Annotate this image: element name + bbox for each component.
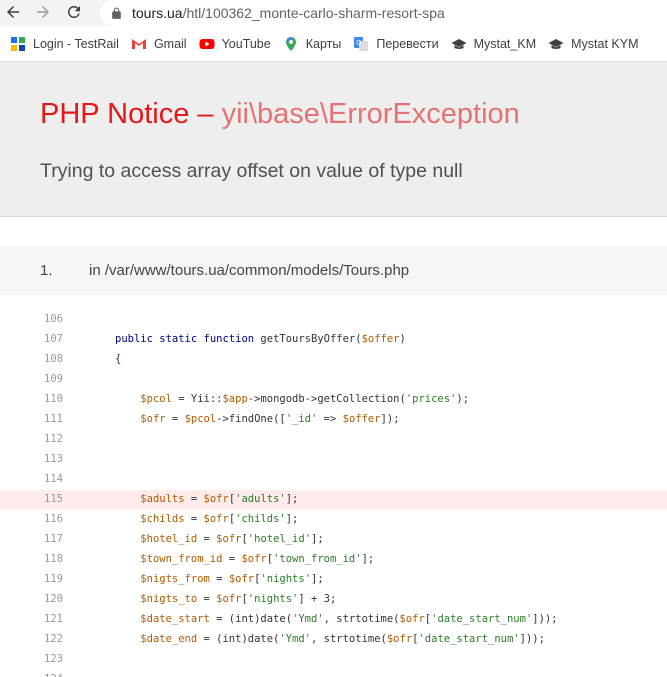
- line-number: 121: [44, 613, 63, 625]
- code-line: 118 $town_from_id = $ofr['town_from_id']…: [0, 550, 667, 570]
- bookmark-label: Gmail: [153, 36, 187, 51]
- code-line: 112: [0, 430, 667, 450]
- code-line: 121 $date_start = (int)date('Ymd', strto…: [0, 610, 667, 630]
- lock-icon: [110, 6, 124, 20]
- code-line: 111 $ofr = $pcol->findOne(['_id' => $off…: [0, 410, 667, 430]
- bookmark-label: Login - TestRail: [33, 36, 119, 51]
- line-number: 118: [44, 553, 63, 565]
- svg-text:G: G: [356, 39, 361, 47]
- bookmark-testrail[interactable]: Login - TestRail: [4, 30, 125, 58]
- mortarboard-icon: [451, 36, 467, 52]
- line-number: 122: [44, 633, 63, 645]
- line-number: 106: [44, 313, 63, 325]
- gmail-icon: [131, 36, 147, 52]
- code-block: 106 107 public static function getToursByO…: [0, 310, 667, 677]
- line-source: $nigts_from = $ofr['nights'];: [140, 573, 324, 585]
- forward-button[interactable]: [32, 1, 54, 23]
- reload-button[interactable]: [63, 1, 85, 23]
- maps-icon: [283, 36, 299, 52]
- forward-arrow-icon: [37, 6, 49, 18]
- address-bar[interactable]: tours.ua/htl/100362_monte-carlo-sharm-re…: [100, 0, 667, 26]
- translate-icon: G: [353, 36, 369, 52]
- code-line: 109: [0, 370, 667, 390]
- code-line: 120 $nigts_to = $ofr['nights'] + 3;: [0, 590, 667, 610]
- line-source: {: [115, 353, 122, 365]
- line-number: 123: [44, 653, 63, 665]
- line-source: $ofr = $pcol->findOne(['_id' => $offer])…: [140, 413, 400, 425]
- line-source: $town_from_id = $ofr['town_from_id'];: [140, 553, 375, 565]
- code-line: 106: [0, 310, 667, 330]
- back-arrow-icon: [7, 6, 19, 18]
- bookmark-label: YouTube: [221, 36, 271, 51]
- line-source: $nigts_to = $ofr['nights'] + 3;: [140, 593, 337, 605]
- url-text: tours.ua/htl/100362_monte-carlo-sharm-re…: [132, 5, 445, 21]
- error-type: PHP Notice –: [40, 98, 222, 130]
- line-source: public static function getToursByOffer($…: [115, 333, 406, 345]
- bookmark-label: Mystat_KM: [473, 36, 537, 51]
- code-line: 113: [0, 450, 667, 470]
- back-button[interactable]: [2, 1, 24, 23]
- youtube-icon: [199, 36, 215, 52]
- browser-toolbar: tours.ua/htl/100362_monte-carlo-sharm-re…: [0, 0, 667, 26]
- error-header: PHP Notice – yii\base\ErrorException Try…: [0, 62, 667, 217]
- line-number: 116: [44, 513, 63, 525]
- reload-icon: [67, 5, 80, 18]
- line-number: 107: [44, 333, 63, 345]
- code-line: 110 $pcol = Yii::$app->mongodb->getColle…: [0, 390, 667, 410]
- line-source: $date_start = (int)date('Ymd', strtotime…: [140, 613, 558, 625]
- line-source: $pcol = Yii::$app->mongodb->getCollectio…: [140, 393, 470, 405]
- testrail-icon: [10, 36, 26, 52]
- code-line: 116 $childs = $ofr['childs'];: [0, 510, 667, 530]
- line-source: $hotel_id = $ofr['hotel_id'];: [140, 533, 324, 545]
- line-number: 114: [44, 473, 63, 485]
- line-number: 108: [44, 353, 63, 365]
- line-source: $adults = $ofr['adults'];: [140, 493, 299, 505]
- bookmark-label: Mystat KYM: [571, 36, 639, 51]
- code-line: 114: [0, 470, 667, 490]
- bookmarks-bar: Login - TestRail Gmail YouTube Карты G П…: [0, 26, 667, 62]
- bookmark-gmail[interactable]: Gmail: [125, 30, 193, 58]
- bookmark-youtube[interactable]: YouTube: [193, 30, 277, 58]
- line-number: 115: [44, 493, 63, 505]
- line-number: 124: [44, 673, 63, 677]
- bookmark-label: Карты: [305, 36, 342, 51]
- code-line-error: 115 $adults = $ofr['adults'];: [0, 490, 667, 510]
- line-number: 110: [44, 393, 63, 405]
- line-number: 117: [44, 533, 63, 545]
- error-class: yii\base\ErrorException: [221, 98, 520, 130]
- code-line: 123: [0, 650, 667, 670]
- stack-item-number: 1.: [40, 262, 53, 279]
- code-line: 107 public static function getToursByOffe…: [0, 330, 667, 350]
- line-number: 120: [44, 593, 63, 605]
- line-number: 111: [44, 413, 63, 425]
- code-line: 119 $nigts_from = $ofr['nights'];: [0, 570, 667, 590]
- bookmark-maps[interactable]: Карты: [277, 30, 348, 58]
- bookmark-translate[interactable]: G Перевести: [347, 30, 444, 58]
- line-number: 113: [44, 453, 63, 465]
- error-message: Trying to access array offset on value o…: [40, 160, 463, 182]
- line-number: 112: [44, 433, 63, 445]
- bookmark-mystat-kym[interactable]: Mystat KYM: [542, 30, 644, 58]
- line-source: $date_end = (int)date('Ymd', strtotime($…: [140, 633, 545, 645]
- bookmark-label: Перевести: [376, 36, 439, 51]
- url-path: /htl/100362_monte-carlo-sharm-resort-spa: [182, 5, 445, 21]
- error-title: PHP Notice – yii\base\ErrorException: [40, 98, 520, 131]
- call-stack-item[interactable]: 1. in /var/www/tours.ua/common/models/To…: [0, 246, 667, 295]
- stack-item-file: in /var/www/tours.ua/common/models/Tours…: [89, 262, 410, 279]
- bookmark-mystat-km[interactable]: Mystat_KM: [445, 30, 543, 58]
- code-line: 108 {: [0, 350, 667, 370]
- code-line: 124: [0, 670, 667, 677]
- code-line: 117 $hotel_id = $ofr['hotel_id'];: [0, 530, 667, 550]
- mortarboard-icon: [548, 36, 564, 52]
- url-host: tours.ua: [132, 5, 183, 21]
- code-line: 122 $date_end = (int)date('Ymd', strtoti…: [0, 630, 667, 650]
- line-number: 119: [44, 573, 63, 585]
- line-source: $childs = $ofr['childs'];: [140, 513, 299, 525]
- line-number: 109: [44, 373, 63, 385]
